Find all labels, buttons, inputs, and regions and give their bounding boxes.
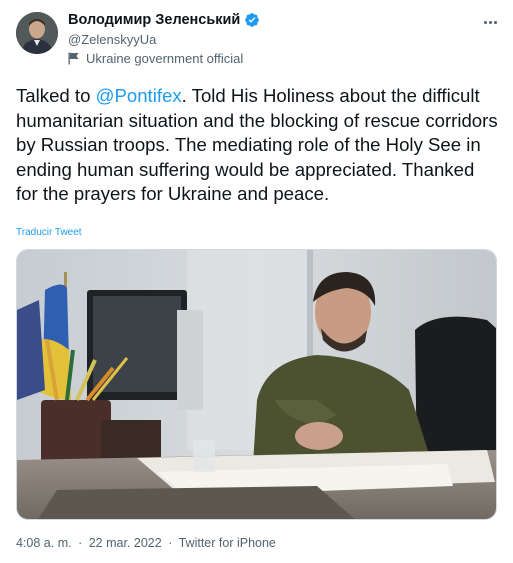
translate-tweet-link[interactable]: Traducir Tweet — [16, 227, 82, 238]
mention-link[interactable]: @Pontifex — [96, 85, 182, 106]
flag-icon — [68, 52, 79, 65]
author-name-row: Володимир Зеленський — [68, 12, 260, 28]
tweet-date[interactable]: 22 mar. 2022 — [89, 536, 162, 550]
author-handle[interactable]: @ZelenskyyUa — [68, 32, 156, 47]
separator: · — [78, 536, 83, 550]
tweet: Володимир Зеленський @ZelenskyyUa Ukrain… — [0, 0, 513, 563]
affiliation-label: Ukraine government official — [68, 51, 243, 66]
tweet-meta: 4:08 a. m. · 22 mar. 2022 · Twitter for … — [16, 536, 276, 550]
author-display-name[interactable]: Володимир Зеленський — [68, 12, 240, 28]
photo-content — [17, 250, 496, 519]
tweet-text-before: Talked to — [16, 85, 96, 106]
verified-badge-icon — [245, 13, 260, 27]
separator: · — [168, 536, 173, 550]
more-options-icon[interactable] — [480, 14, 500, 30]
tweet-photo[interactable] — [16, 249, 497, 520]
tweet-text: Talked to @Pontifex. Told His Holiness a… — [16, 84, 501, 207]
avatar[interactable] — [16, 12, 58, 54]
affiliation-text: Ukraine government official — [86, 51, 244, 66]
tweet-source[interactable]: Twitter for iPhone — [179, 536, 276, 550]
tweet-time[interactable]: 4:08 a. m. — [16, 536, 72, 550]
